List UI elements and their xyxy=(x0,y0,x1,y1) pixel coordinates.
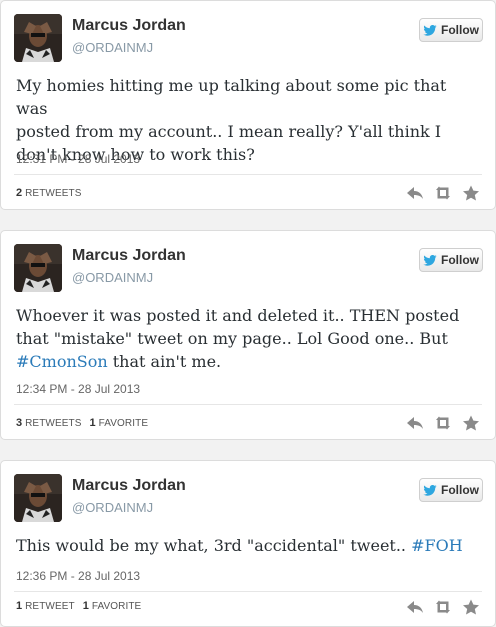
favorite-count-stat[interactable]: 1 FAVORITE xyxy=(83,600,142,612)
tweet-text-line: that "mistake" tweet on my page.. Lol Go… xyxy=(16,329,448,348)
divider xyxy=(14,404,482,405)
tweet-text-line: #CmonSon that ain't me. xyxy=(16,350,481,373)
tweet-timestamp[interactable]: 12:31 PM - 28 Jul 2013 xyxy=(16,152,140,166)
tweet-actions xyxy=(406,185,480,201)
twitter-bird-icon xyxy=(423,485,437,496)
tweet-text-line: My homies hitting me up talking about so… xyxy=(16,76,447,118)
star-icon[interactable] xyxy=(462,599,480,615)
tweet-timestamp[interactable]: 12:34 PM - 28 Jul 2013 xyxy=(16,382,140,396)
tweet-text-line: Whoever it was posted it and deleted it.… xyxy=(16,306,460,325)
retweet-count: 3 xyxy=(16,417,23,429)
tweet-text-fragment: that ain't me. xyxy=(107,352,222,371)
avatar[interactable] xyxy=(14,14,62,62)
retweet-count: 2 xyxy=(16,187,23,199)
tweet-timestamp[interactable]: 12:36 PM - 28 Jul 2013 xyxy=(16,569,140,583)
avatar[interactable] xyxy=(14,244,62,292)
follow-label: Follow xyxy=(441,483,479,497)
user-handle[interactable]: @ORDAINMJ xyxy=(72,500,153,515)
reply-icon[interactable] xyxy=(406,599,424,615)
follow-button[interactable]: Follow xyxy=(419,478,483,502)
star-icon[interactable] xyxy=(462,415,480,431)
user-name[interactable]: Marcus Jordan xyxy=(72,247,186,265)
follow-button[interactable]: Follow xyxy=(419,248,483,272)
tweet-card: Marcus Jordan @ORDAINMJ Follow Whoever i… xyxy=(0,230,496,440)
tweet-text: Whoever it was posted it and deleted it.… xyxy=(16,304,481,373)
user-handle[interactable]: @ORDAINMJ xyxy=(72,40,153,55)
favorite-count: 1 xyxy=(82,600,89,612)
tweet-text-line: This would be my what, 3rd "accidental" … xyxy=(16,534,481,557)
tweet-stats: 1 RETWEET 1 FAVORITE xyxy=(16,600,141,612)
twitter-bird-icon xyxy=(423,255,437,266)
user-name[interactable]: Marcus Jordan xyxy=(72,17,186,35)
tweet-stats: 2 RETWEETS xyxy=(16,187,81,199)
tweet-text: This would be my what, 3rd "accidental" … xyxy=(16,534,481,557)
star-icon[interactable] xyxy=(462,185,480,201)
retweet-count-stat[interactable]: 1 RETWEET xyxy=(16,600,75,612)
retweet-count-label: RETWEETS xyxy=(25,418,82,429)
retweet-count-label: RETWEETS xyxy=(25,188,82,199)
tweet-text-line: posted from my account.. I mean really? … xyxy=(16,122,442,141)
retweet-icon[interactable] xyxy=(434,599,452,615)
avatar[interactable] xyxy=(14,474,62,522)
hashtag-link[interactable]: #CmonSon xyxy=(16,352,108,371)
reply-icon[interactable] xyxy=(406,185,424,201)
retweet-count-label: RETWEET xyxy=(25,601,75,612)
retweet-icon[interactable] xyxy=(434,415,452,431)
favorite-count: 1 xyxy=(89,417,96,429)
favorite-count-label: FAVORITE xyxy=(98,418,149,429)
reply-icon[interactable] xyxy=(406,415,424,431)
retweet-icon[interactable] xyxy=(434,185,452,201)
tweet-actions xyxy=(406,599,480,615)
follow-button[interactable]: Follow xyxy=(419,18,483,42)
retweet-count-stat[interactable]: 2 RETWEETS xyxy=(16,187,81,199)
user-handle[interactable]: @ORDAINMJ xyxy=(72,270,153,285)
follow-label: Follow xyxy=(441,23,479,37)
retweet-count: 1 xyxy=(16,600,23,612)
tweet-card: Marcus Jordan @ORDAINMJ Follow My homies… xyxy=(0,0,496,210)
hashtag-link[interactable]: #FOH xyxy=(411,536,463,555)
divider xyxy=(14,174,482,175)
tweet-actions xyxy=(406,415,480,431)
tweet-text-fragment: This would be my what, 3rd "accidental" … xyxy=(16,536,412,555)
favorite-count-label: FAVORITE xyxy=(91,601,142,612)
tweet-card: Marcus Jordan @ORDAINMJ Follow This woul… xyxy=(0,460,496,627)
tweet-stats: 3 RETWEETS 1 FAVORITE xyxy=(16,417,148,429)
twitter-bird-icon xyxy=(423,25,437,36)
retweet-count-stat[interactable]: 3 RETWEETS xyxy=(16,417,81,429)
user-name[interactable]: Marcus Jordan xyxy=(72,477,186,495)
favorite-count-stat[interactable]: 1 FAVORITE xyxy=(89,417,148,429)
follow-label: Follow xyxy=(441,253,479,267)
divider xyxy=(14,591,482,592)
